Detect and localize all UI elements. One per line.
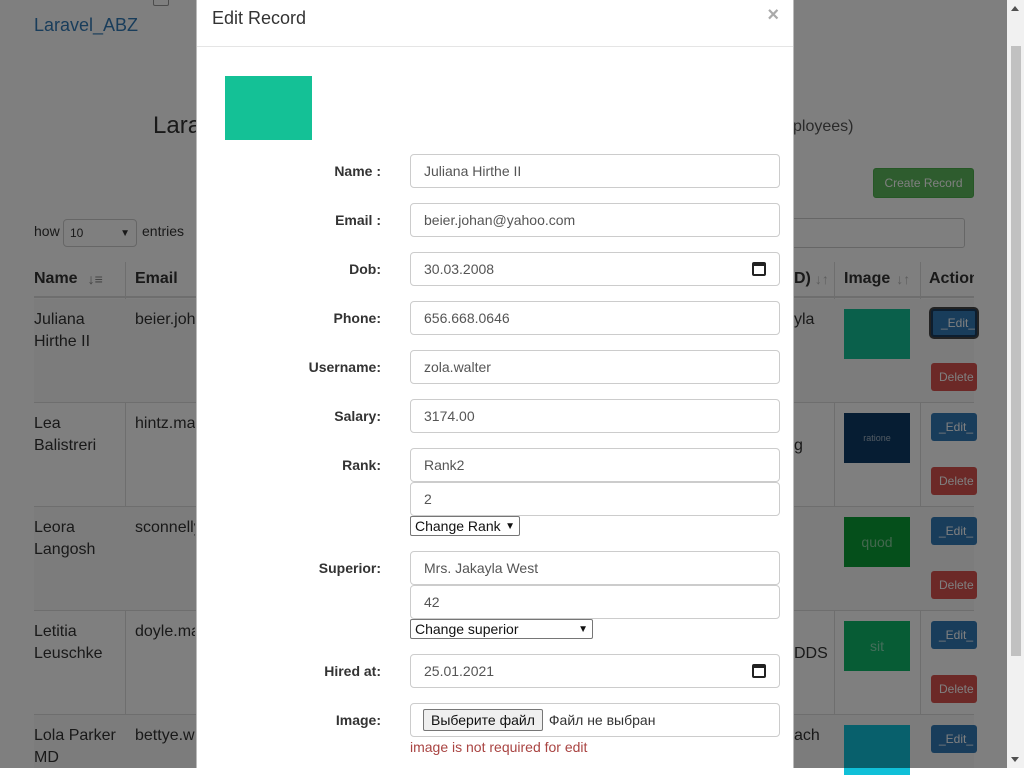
chevron-down-icon: ▼: [578, 623, 588, 635]
scroll-down-icon[interactable]: [1011, 757, 1019, 762]
choose-file-button[interactable]: Выберите файл: [423, 709, 543, 731]
employee-photo-preview: [225, 76, 312, 140]
phone-input-value: 656.668.0646: [424, 310, 510, 326]
rank-name-input[interactable]: Rank2: [410, 448, 780, 482]
edit-record-modal: Edit Record × Name : Juliana Hirthe II E…: [196, 0, 794, 768]
hired-at-label: Hired at:: [324, 663, 381, 679]
dob-label: Dob:: [349, 261, 381, 277]
superior-id-value: 42: [424, 594, 440, 610]
phone-input[interactable]: 656.668.0646: [410, 301, 780, 335]
change-rank-select[interactable]: Change Rank ▼: [410, 516, 520, 536]
rank-label: Rank:: [342, 457, 381, 473]
superior-id-input[interactable]: 42: [410, 585, 780, 619]
dob-date-input[interactable]: 30.03.2008: [410, 252, 780, 286]
image-file-input[interactable]: Выберите файл Файл не выбран: [410, 703, 780, 737]
rank-id-input[interactable]: 2: [410, 482, 780, 516]
salary-label: Salary:: [334, 408, 381, 424]
username-input-value: zola.walter: [424, 359, 491, 375]
calendar-icon[interactable]: [752, 262, 766, 276]
name-input-value: Juliana Hirthe II: [424, 163, 522, 179]
file-status: Файл не выбран: [548, 712, 656, 728]
close-icon[interactable]: ×: [767, 4, 779, 27]
modal-title: Edit Record: [212, 8, 307, 28]
username-input[interactable]: zola.walter: [410, 350, 780, 384]
dob-input-value: 30.03.2008: [424, 261, 495, 277]
rank-name-value: Rank2: [424, 457, 465, 473]
salary-input-value: 3174.00: [424, 408, 475, 424]
hired-at-date-input[interactable]: 25.01.2021: [410, 654, 780, 688]
page-scrollbar[interactable]: [1007, 0, 1024, 768]
phone-label: Phone:: [333, 310, 381, 326]
superior-name-value: Mrs. Jakayla West: [424, 560, 539, 576]
hired-at-value: 25.01.2021: [424, 663, 495, 679]
name-label: Name :: [334, 163, 381, 179]
change-superior-select[interactable]: Change superior ▼: [410, 619, 593, 639]
calendar-icon[interactable]: [752, 664, 766, 678]
scrollbar-thumb[interactable]: [1011, 46, 1021, 656]
superior-label: Superior:: [318, 560, 381, 576]
username-label: Username:: [308, 359, 381, 375]
image-label: Image:: [335, 712, 381, 728]
change-rank-label: Change Rank: [415, 518, 501, 534]
email-label: Email :: [335, 212, 381, 228]
email-input[interactable]: beier.johan@yahoo.com: [410, 203, 780, 237]
name-input[interactable]: Juliana Hirthe II: [410, 154, 780, 188]
salary-input[interactable]: 3174.00: [410, 399, 780, 433]
modal-header: Edit Record ×: [197, 0, 793, 47]
email-input-value: beier.johan@yahoo.com: [424, 212, 576, 228]
image-help-text: image is not required for edit: [410, 739, 588, 755]
scroll-up-icon[interactable]: [1011, 6, 1019, 11]
chevron-down-icon: ▼: [505, 520, 515, 532]
rank-id-value: 2: [424, 491, 432, 507]
change-superior-label: Change superior: [415, 621, 519, 637]
superior-name-input[interactable]: Mrs. Jakayla West: [410, 551, 780, 585]
